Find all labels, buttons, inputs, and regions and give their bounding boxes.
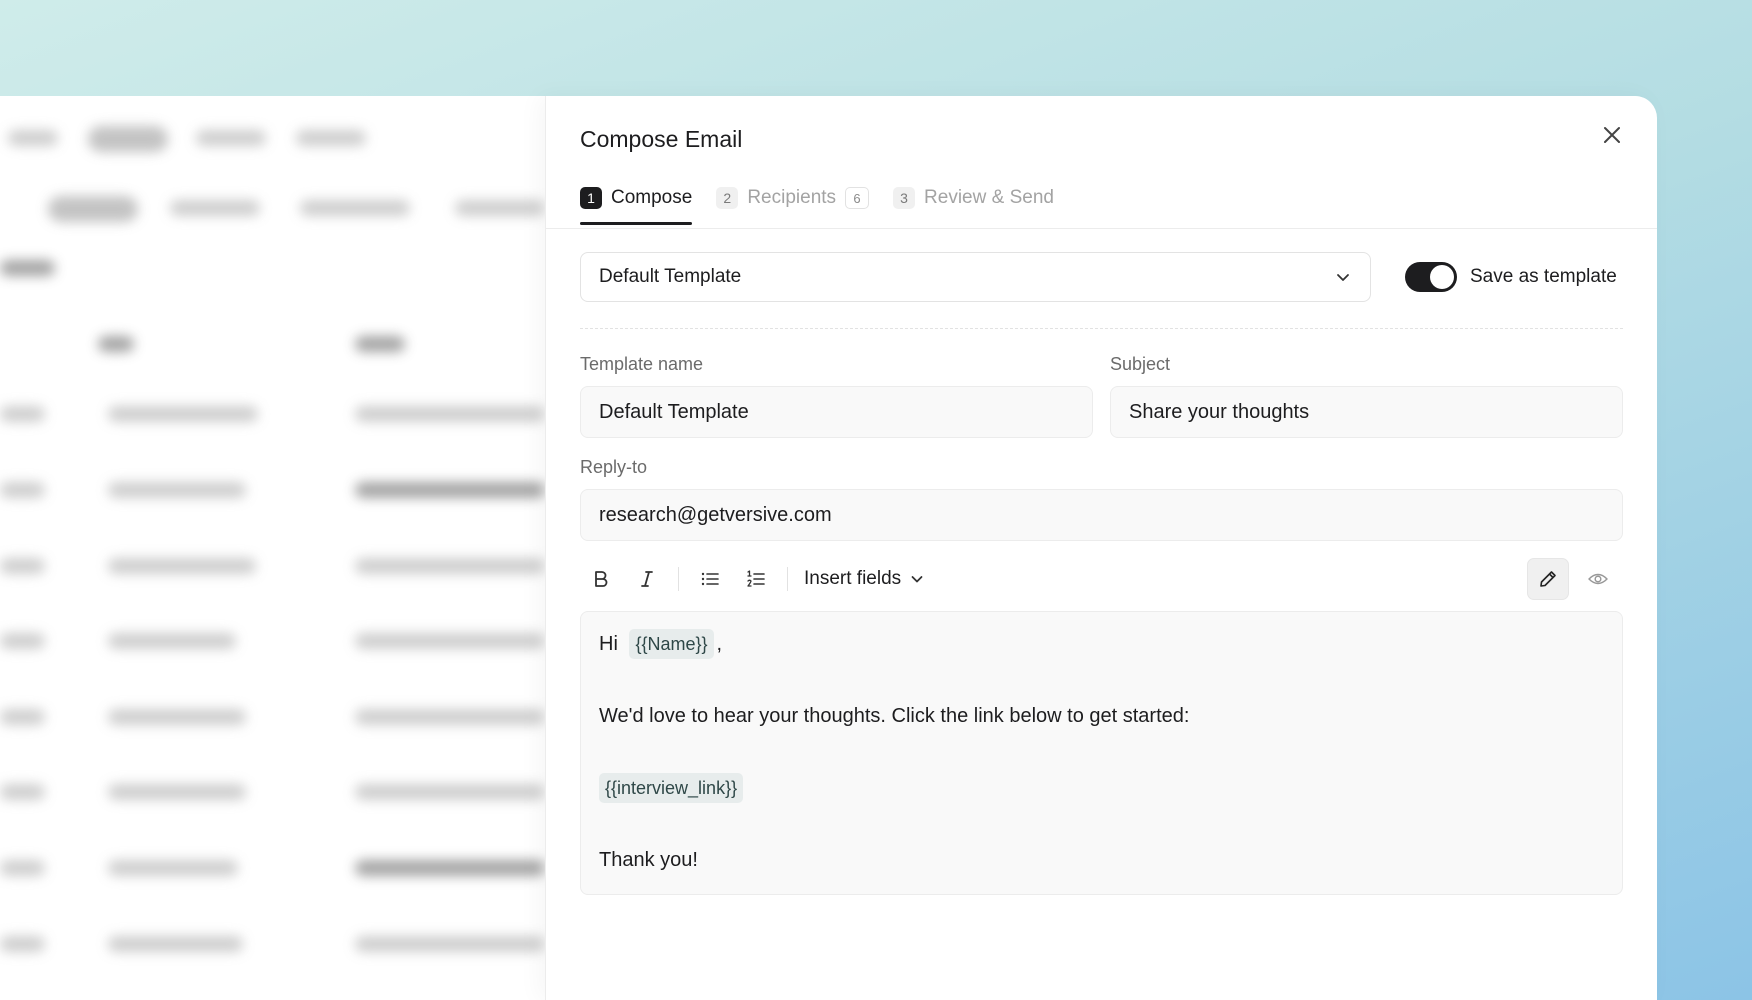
step-number: 3	[893, 187, 916, 209]
preview-mode-button[interactable]	[1577, 558, 1619, 600]
drawer-title: Compose Email	[580, 126, 743, 152]
chevron-down-icon	[911, 576, 923, 583]
chevron-down-icon	[1337, 274, 1349, 281]
step-number: 2	[716, 187, 739, 209]
save-as-template: Save as template	[1405, 252, 1617, 302]
compose-email-drawer: Compose Email 1 Compose 2 Recipients 6 3…	[545, 96, 1657, 1000]
toolbar-separator	[787, 567, 788, 591]
edit-mode-button[interactable]	[1527, 558, 1569, 600]
eye-icon	[1588, 573, 1608, 585]
italic-button[interactable]	[626, 558, 668, 600]
save-as-template-toggle[interactable]	[1405, 262, 1457, 292]
bullet-list-icon	[701, 572, 719, 586]
save-as-template-label: Save as template	[1470, 266, 1617, 287]
background-app-blurred-content	[0, 96, 545, 1000]
body-closing-line: Thank you!	[599, 848, 698, 871]
body-link-line: {{interview_link}}	[599, 770, 1604, 806]
close-button[interactable]	[1595, 118, 1629, 152]
body-message-line: We'd love to hear your thoughts. Click t…	[599, 704, 1190, 727]
close-icon	[1604, 127, 1620, 143]
body-greeting-line: Hi {{Name}},	[599, 626, 1604, 662]
tab-compose[interactable]: 1 Compose	[580, 174, 693, 225]
tab-recipients[interactable]: 2 Recipients 6	[716, 174, 870, 222]
numbered-list-icon	[747, 570, 765, 587]
greeting-comma: ,	[716, 632, 723, 655]
reply-to-label: Reply-to	[580, 457, 648, 477]
bold-icon	[595, 571, 608, 587]
step-label: Compose	[611, 187, 693, 208]
step-number: 1	[580, 187, 602, 209]
name-field-token[interactable]: {{Name}}	[629, 629, 714, 659]
tabs-divider	[546, 228, 1657, 229]
subject-label: Subject	[1110, 354, 1171, 374]
italic-icon	[641, 571, 653, 587]
editor-toolbar: Insert fields	[580, 558, 1623, 600]
template-select-value: Default Template	[599, 266, 742, 287]
numbered-list-button[interactable]	[735, 558, 777, 600]
template-name-label: Template name	[580, 354, 704, 374]
greeting-text: Hi	[599, 632, 624, 655]
email-body-editor[interactable]: Hi {{Name}}, We'd love to hear your thou…	[580, 611, 1623, 895]
bold-button[interactable]	[580, 558, 622, 600]
pencil-icon	[1540, 571, 1556, 587]
step-label: Recipients	[747, 187, 837, 208]
toggle-knob	[1430, 265, 1454, 289]
toolbar-separator	[678, 567, 679, 591]
bullet-list-button[interactable]	[689, 558, 731, 600]
section-divider	[580, 328, 1623, 329]
tab-review-send[interactable]: 3 Review & Send	[893, 174, 1054, 222]
insert-fields-dropdown[interactable]: Insert fields	[798, 558, 931, 600]
stepper-tabs: 1 Compose 2 Recipients 6 3 Review & Send	[580, 174, 1054, 226]
insert-fields-label: Insert fields	[804, 568, 902, 589]
step-label: Review & Send	[924, 187, 1054, 208]
recipients-count-badge: 6	[845, 187, 870, 209]
editor-mode-toggle	[1527, 558, 1623, 600]
subject-input[interactable]	[1110, 386, 1623, 438]
reply-to-input[interactable]	[580, 489, 1623, 541]
template-select[interactable]: Default Template	[580, 252, 1371, 302]
interview-link-token[interactable]: {{interview_link}}	[599, 773, 744, 803]
template-name-input[interactable]	[580, 386, 1093, 438]
